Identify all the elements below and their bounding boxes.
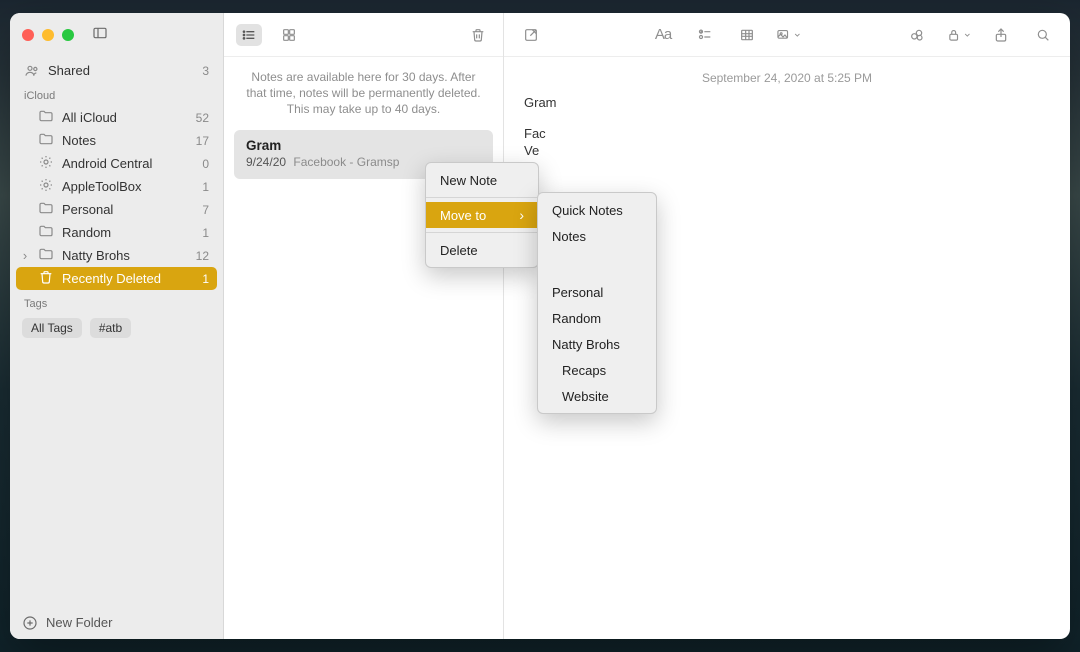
sidebar-item-count: 12 — [196, 249, 209, 263]
context-subitem-natty-brohs[interactable]: Natty Brohs — [538, 331, 656, 357]
sidebar-item-random[interactable]: Random 1 — [16, 221, 217, 244]
sidebar-item-label: AppleToolBox — [62, 179, 142, 194]
sidebar-item-label: Personal — [62, 202, 113, 217]
format-text-button[interactable]: Aa — [650, 24, 676, 46]
deleted-folder-notice: Notes are available here for 30 days. Af… — [234, 67, 493, 130]
folder-icon — [38, 108, 54, 127]
share-button[interactable] — [988, 24, 1014, 46]
chevron-down-icon — [963, 27, 972, 43]
context-separator — [426, 232, 538, 233]
chevron-right-icon[interactable]: › — [20, 248, 30, 263]
sidebar-item-recently-deleted[interactable]: Recently Deleted 1 — [16, 267, 217, 290]
tags-row: All Tags #atb — [16, 314, 217, 342]
sidebar-item-all-icloud[interactable]: All iCloud 52 — [16, 106, 217, 129]
toggle-sidebar-button[interactable] — [92, 25, 108, 46]
sidebar-item-count: 52 — [196, 111, 209, 125]
sidebar-item-count: 0 — [202, 157, 209, 171]
sidebar-item-android-central[interactable]: Android Central 0 — [16, 152, 217, 175]
trash-icon — [38, 269, 54, 288]
media-button[interactable] — [776, 24, 802, 46]
note-text-line: Fac — [524, 126, 1050, 141]
sidebar-item-count: 1 — [202, 272, 209, 286]
note-text-line: Ve — [524, 143, 1050, 158]
sidebar-item-natty-brohs[interactable]: › Natty Brohs 12 — [16, 244, 217, 267]
sidebar-section-icloud: iCloud — [16, 82, 217, 106]
sidebar-item-count: 17 — [196, 134, 209, 148]
context-menu: New Note Move to Delete — [425, 162, 539, 268]
list-toolbar — [224, 13, 503, 57]
list-view-button[interactable] — [236, 24, 262, 46]
sidebar: Shared 3 iCloud All iCloud52Notes17Andro… — [10, 13, 224, 639]
compose-note-button[interactable] — [518, 24, 544, 46]
close-window-button[interactable] — [22, 29, 34, 41]
note-body[interactable]: September 24, 2020 at 5:25 PM Gram Fac V… — [504, 57, 1070, 174]
context-item-delete[interactable]: Delete — [426, 237, 538, 263]
sidebar-item-label: Notes — [62, 133, 96, 148]
shared-icon — [24, 63, 40, 79]
note-item-title: Gram — [246, 138, 481, 153]
sidebar-item-label: Shared — [48, 63, 90, 78]
sidebar-item-count: 1 — [202, 180, 209, 194]
delete-note-button[interactable] — [465, 24, 491, 46]
window-titlebar — [10, 13, 223, 57]
sidebar-item-label: Recently Deleted — [62, 271, 161, 286]
sidebar-section-tags: Tags — [16, 290, 217, 314]
new-folder-label: New Folder — [46, 615, 112, 630]
context-subitem-random[interactable]: Random — [538, 305, 656, 331]
folder-icon — [38, 131, 54, 150]
minimize-window-button[interactable] — [42, 29, 54, 41]
plus-circle-icon — [22, 615, 38, 631]
sidebar-item-notes[interactable]: Notes 17 — [16, 129, 217, 152]
sidebar-item-count: 3 — [202, 64, 209, 78]
tag-pill[interactable]: #atb — [90, 318, 131, 338]
sidebar-item-count: 1 — [202, 226, 209, 240]
context-separator — [426, 197, 538, 198]
context-submenu-move-to: Quick NotesNotes PersonalRandomNatty Broh… — [537, 192, 657, 414]
sidebar-content: Shared 3 iCloud All iCloud52Notes17Andro… — [10, 57, 223, 605]
note-title-text: Gram — [524, 95, 1050, 110]
sidebar-item-label: Random — [62, 225, 111, 240]
new-folder-button[interactable]: New Folder — [10, 605, 223, 639]
context-subitem-quick-notes[interactable]: Quick Notes — [538, 197, 656, 223]
zoom-window-button[interactable] — [62, 29, 74, 41]
grid-view-button[interactable] — [276, 24, 302, 46]
folder-icon — [38, 223, 54, 242]
detail-toolbar: Aa — [504, 13, 1070, 57]
sidebar-item-shared[interactable]: Shared 3 — [16, 59, 217, 82]
note-item-preview: Facebook - Gramsp — [293, 155, 399, 169]
sidebar-item-label: Android Central — [62, 156, 152, 171]
context-subitem-recaps[interactable]: Recaps — [538, 357, 656, 383]
smart-icon — [38, 154, 54, 173]
note-date: September 24, 2020 at 5:25 PM — [524, 71, 1050, 85]
notes-list-pane: Notes are available here for 30 days. Af… — [224, 13, 504, 639]
sidebar-item-count: 7 — [202, 203, 209, 217]
link-note-button[interactable] — [904, 24, 930, 46]
context-subitem-notes[interactable]: Notes — [538, 223, 656, 249]
sidebar-item-label: All iCloud — [62, 110, 117, 125]
notes-app-window: Shared 3 iCloud All iCloud52Notes17Andro… — [10, 13, 1070, 639]
sidebar-item-label: Natty Brohs — [62, 248, 130, 263]
folder-icon — [38, 246, 54, 265]
window-traffic-lights — [22, 29, 74, 41]
context-subitem-website[interactable]: Website — [538, 383, 656, 409]
lock-note-button[interactable] — [946, 24, 972, 46]
checklist-button[interactable] — [692, 24, 718, 46]
chevron-down-icon — [793, 27, 802, 43]
table-button[interactable] — [734, 24, 760, 46]
search-button[interactable] — [1030, 24, 1056, 46]
sidebar-item-personal[interactable]: Personal 7 — [16, 198, 217, 221]
context-subitem-personal[interactable]: Personal — [538, 279, 656, 305]
note-item-date: 9/24/20 — [246, 155, 286, 169]
smart-icon — [38, 177, 54, 196]
folder-icon — [38, 200, 54, 219]
sidebar-item-appletoolbox[interactable]: AppleToolBox 1 — [16, 175, 217, 198]
context-item-move-to[interactable]: Move to — [426, 202, 538, 228]
tag-pill[interactable]: All Tags — [22, 318, 82, 338]
context-item-new-note[interactable]: New Note — [426, 167, 538, 193]
